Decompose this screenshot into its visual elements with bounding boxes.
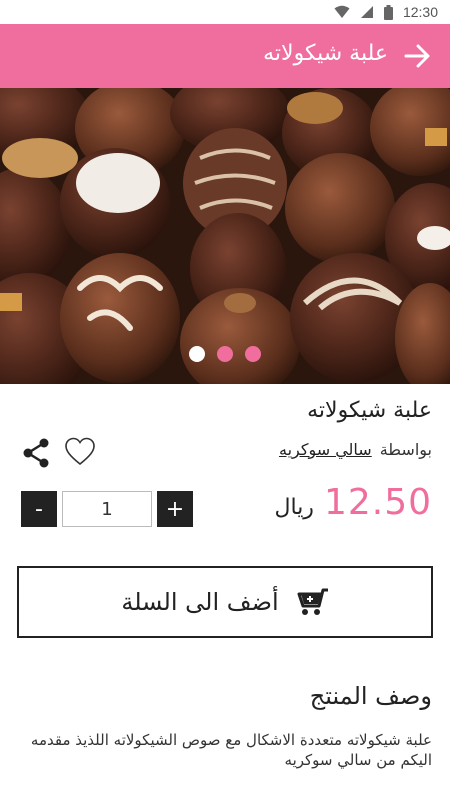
quantity-input[interactable] — [62, 491, 152, 527]
carousel-indicators — [0, 346, 450, 362]
price-value: 12.50 — [323, 482, 432, 523]
status-icons: 12:30 — [334, 3, 438, 21]
app-bar-title: علبة شيكولاته — [263, 41, 388, 66]
share-icon — [23, 438, 49, 468]
decrease-quantity-button[interactable]: - — [21, 491, 57, 527]
product-title: علبة شيكولاته — [307, 398, 432, 423]
quantity-stepper: - + — [21, 491, 193, 527]
status-bar: 12:30 — [0, 0, 450, 24]
carousel-dot[interactable] — [245, 346, 261, 362]
cart-icon — [297, 588, 328, 615]
add-to-cart-label: أضف الى السلة — [121, 588, 279, 616]
share-button[interactable] — [22, 438, 50, 468]
product-image-carousel[interactable] — [0, 88, 450, 384]
seller-link[interactable]: سالي سوكريه — [279, 440, 372, 459]
favorite-button[interactable] — [64, 436, 96, 468]
add-to-cart-button[interactable]: أضف الى السلة — [17, 566, 433, 638]
by-label: بواسطة — [379, 440, 432, 459]
increase-quantity-button[interactable]: + — [157, 491, 193, 527]
app-bar: علبة شيكولاته — [0, 24, 450, 88]
chocolate-truffles-photo — [0, 88, 450, 384]
currency-label: ريال — [274, 495, 314, 520]
heart-icon — [65, 437, 95, 466]
back-button[interactable] — [400, 38, 436, 74]
signal-icon — [360, 6, 373, 18]
carousel-dot[interactable] — [217, 346, 233, 362]
battery-icon — [383, 4, 393, 20]
carousel-dot[interactable] — [189, 346, 205, 362]
status-time: 12:30 — [402, 4, 438, 20]
description-title: وصف المنتج — [309, 682, 432, 710]
price-block: ريال 12.50 — [275, 482, 433, 523]
arrow-right-icon — [404, 44, 430, 68]
description-text: علبة شيكولاته متعددة الاشكال مع صوص الشي… — [30, 731, 432, 769]
seller-line: بواسطة سالي سوكريه — [279, 440, 432, 459]
wifi-icon — [334, 5, 350, 18]
